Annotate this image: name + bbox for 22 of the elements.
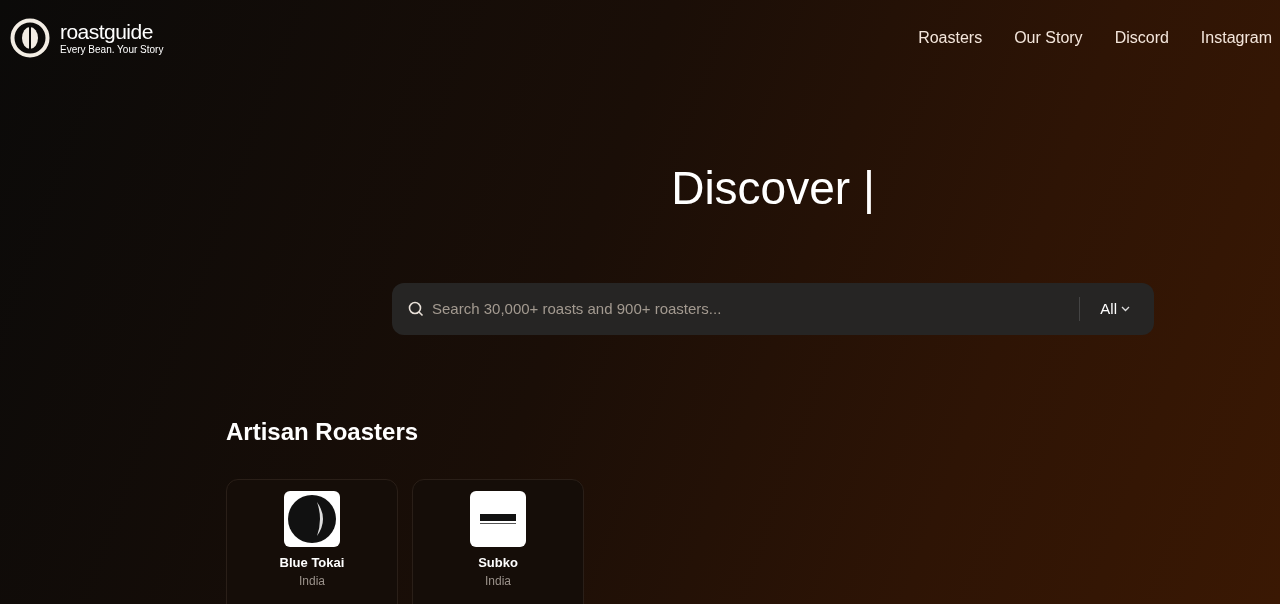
roaster-logo (470, 491, 526, 547)
nav-link[interactable]: Instagram (1200, 26, 1272, 50)
search-icon (408, 301, 424, 317)
roaster-card[interactable]: Subko India (412, 479, 584, 604)
roaster-name: Subko (478, 555, 518, 571)
nav-link[interactable]: Our Story (1014, 26, 1083, 50)
search-field[interactable]: Search 30,000+ roasts and 900+ roasters... (432, 297, 1080, 321)
brand-name[interactable]: roastguide (60, 20, 164, 44)
bean-logo-icon[interactable] (10, 18, 50, 58)
roaster-country: India (299, 574, 325, 588)
nav-link[interactable]: Discord (1114, 26, 1169, 50)
roaster-name: Blue Tokai (279, 555, 345, 571)
chevron-down-icon (1121, 306, 1130, 312)
roaster-card[interactable]: Blue Tokai India (226, 479, 398, 604)
roaster-country: India (485, 574, 511, 588)
roaster-logo (284, 491, 340, 547)
filter-dropdown[interactable]: All (1100, 297, 1130, 321)
hero-title: Discover | (671, 161, 875, 216)
section-title: Artisan Roasters (226, 417, 420, 447)
brand-tagline: Every Bean. Your Story (60, 44, 164, 56)
search-bar[interactable]: Search 30,000+ roasts and 900+ roasters... All (392, 283, 1154, 335)
nav-link[interactable]: Roasters (918, 26, 983, 50)
